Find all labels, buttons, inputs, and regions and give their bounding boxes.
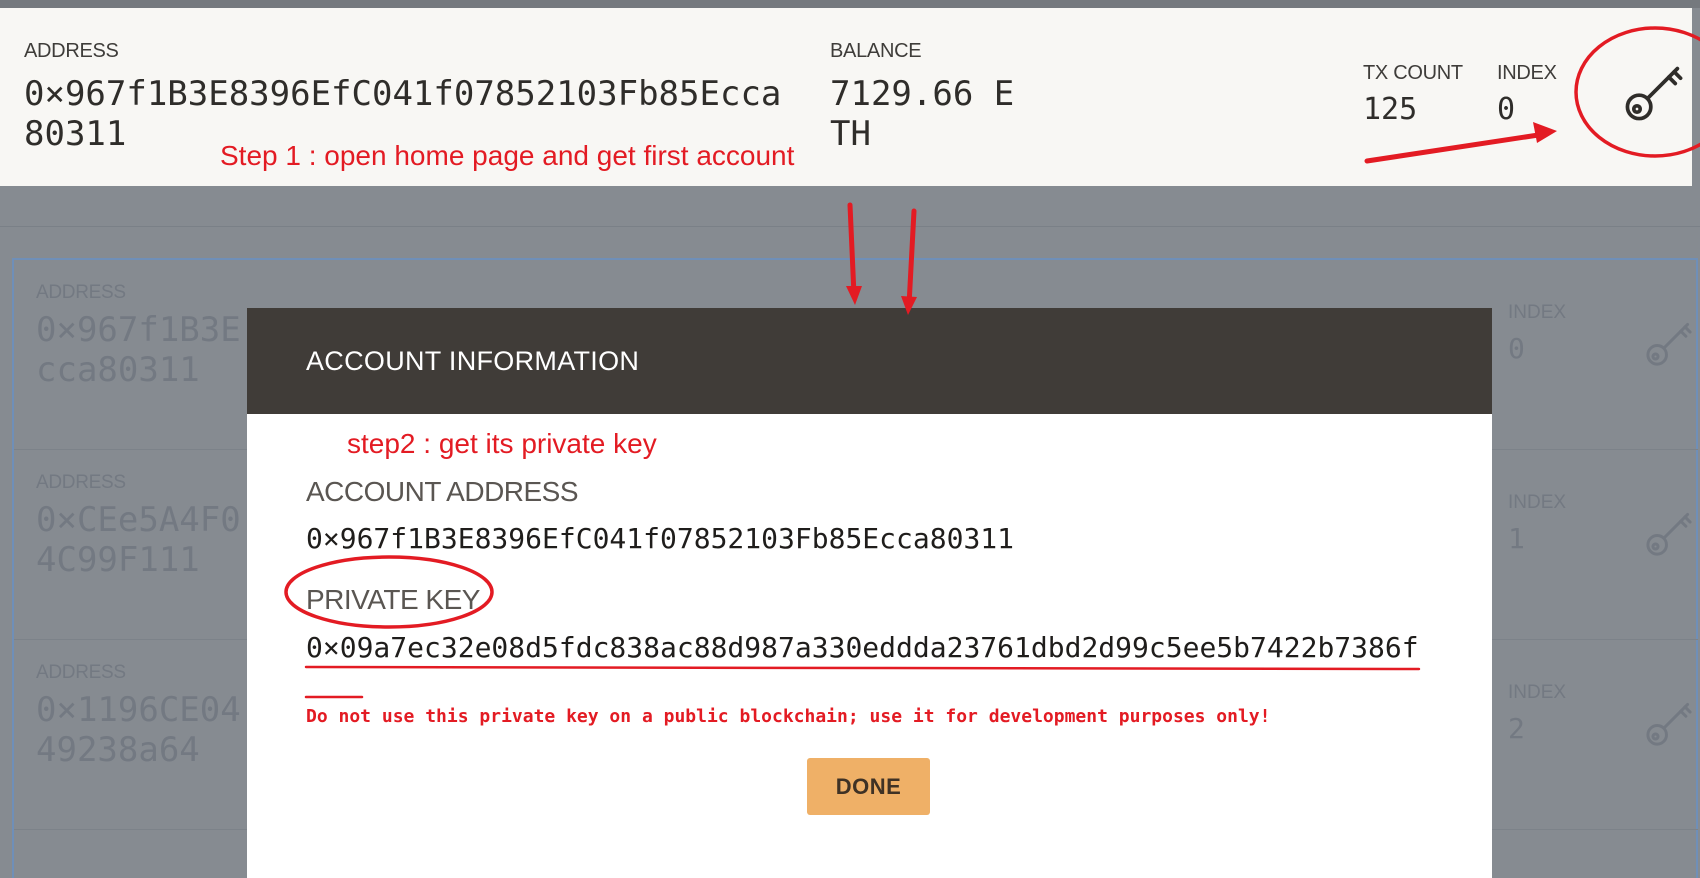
balance-label: BALANCE — [830, 40, 922, 62]
key-icon[interactable] — [1642, 316, 1696, 370]
balance-value: 7129.66 ETH — [830, 74, 1015, 154]
index-label: INDEX — [1508, 682, 1567, 703]
tx-count-label: TX COUNT — [1363, 62, 1463, 84]
address-value: 0×CEe5A4F0 4C99F111 — [36, 500, 241, 580]
account-address-value: 0×967f1B3E8396EfC041f07852103Fb85Ecca803… — [306, 522, 1015, 555]
private-key-warning: Do not use this private key on a public … — [306, 706, 1271, 727]
address-label: ADDRESS — [36, 472, 126, 493]
index-value: 0 — [1508, 332, 1525, 365]
private-key-value: 0×09a7ec32e08d5fdc838ac88d987a330eddda23… — [306, 631, 1419, 664]
tx-count-value: 125 — [1363, 92, 1418, 127]
address-value: 0×1196CE04 49238a64 — [36, 690, 241, 770]
index-label: INDEX — [1508, 492, 1567, 513]
index-label: INDEX — [1508, 302, 1567, 323]
modal-title: ACCOUNT INFORMATION — [306, 346, 640, 376]
step2-annotation: step2 : get its private key — [347, 428, 657, 459]
address-label: ADDRESS — [36, 282, 126, 303]
address-value: 0×967f1B3E cca80311 — [36, 310, 241, 390]
background-divider — [0, 186, 1700, 227]
private-key-label: PRIVATE KEY — [306, 584, 480, 615]
step1-annotation: Step 1 : open home page and get first ac… — [220, 140, 795, 171]
done-button[interactable]: DONE — [807, 758, 930, 815]
address-label: ADDRESS — [36, 662, 126, 683]
key-icon[interactable] — [1620, 58, 1688, 126]
key-icon[interactable] — [1642, 696, 1696, 750]
account-address-label: ACCOUNT ADDRESS — [306, 476, 579, 507]
index-value: 2 — [1508, 712, 1525, 745]
top-nav-strip — [0, 0, 1700, 8]
modal-header: ACCOUNT INFORMATION — [247, 308, 1492, 414]
index-value: 1 — [1508, 522, 1525, 555]
account-information-modal: ACCOUNT INFORMATION step2 : get its priv… — [247, 308, 1492, 878]
address-label: ADDRESS — [24, 40, 119, 62]
index-label: INDEX — [1497, 62, 1557, 84]
index-value: 0 — [1497, 92, 1516, 127]
key-icon[interactable] — [1642, 506, 1696, 560]
